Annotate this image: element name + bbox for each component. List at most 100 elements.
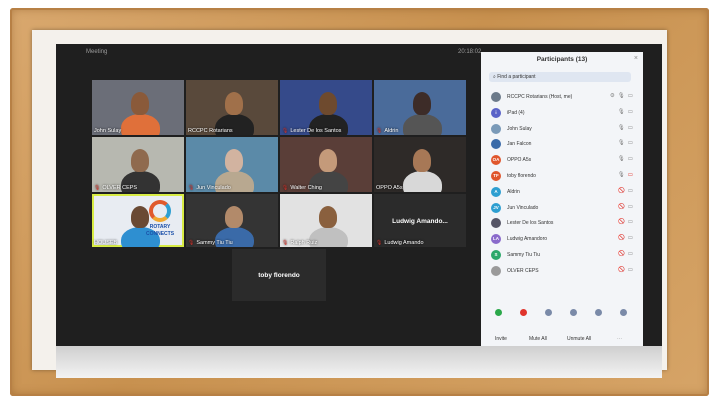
reaction-icon[interactable] [620,309,627,316]
video-icon[interactable]: ▭ [628,235,633,241]
participant-status-icons: 🚫 ▭ [618,267,633,273]
avatar: LA [491,234,501,245]
muted-mic-icon: 🎙 [188,185,195,191]
muted-mic-icon[interactable]: 🚫 [618,219,625,225]
mic-icon[interactable]: 🎙 [618,156,625,162]
reaction-icon[interactable] [520,309,527,316]
participant-status-icons: 🎙 ▭ [618,125,633,131]
participant-body [403,171,443,192]
reaction-icon[interactable] [495,309,502,316]
video-tile[interactable]: 🎙 Walter Ching [280,137,372,192]
participant-row[interactable]: JV Jun Vinculado 🚫 ▭ [489,201,639,217]
video-tile[interactable]: ROTARY CONNECTS HOUSEB [92,194,184,247]
tile-name-text: OPPO A5s [376,185,403,191]
participant-status-icons: 🚫 ▭ [618,235,633,241]
participant-head [130,92,150,116]
settings-icon: ⚙ [609,93,615,99]
reaction-icon[interactable] [595,309,602,316]
video-tile[interactable]: 🎙 Lester De los Santos [280,80,372,135]
participant-name: toby florendo [507,172,536,179]
video-icon[interactable]: ▭ [628,140,633,146]
more-icon[interactable]: ··· [617,336,622,342]
participant-row[interactable]: OLVER CEPS 🚫 ▭ [489,264,639,280]
participant-head [412,92,432,116]
tile-name-text: John Sulay [94,128,122,134]
invite-button[interactable]: Invite [495,336,507,342]
participant-list: RCCPC Rotarians (Host, me) ⚙ 🎙 ▭ i iPad (4) 🎙 ▭… [489,90,639,280]
muted-mic-icon[interactable]: 🚫 [618,235,625,241]
reaction-icon[interactable] [545,309,552,316]
video-icon[interactable]: ▭ [628,267,633,273]
mic-icon[interactable]: 🎙 [618,172,625,178]
participant-row[interactable]: S Sammy Tiu Tiu 🚫 ▭ [489,248,639,264]
participant-name: Aldrin [507,188,520,195]
video-icon[interactable]: ▭ [628,188,633,194]
participant-row[interactable]: TF toby florendo 🎙 ▭ [489,169,639,185]
tile-name-text: Aldrin [384,128,399,134]
video-tile[interactable]: OPPO A5s [374,137,466,192]
participant-status-icons: ⚙ 🎙 ▭ [610,93,633,99]
tile-name-label: 🎙 Sammy Tiu Tiu [188,240,233,246]
video-tile[interactable]: 🎙 Aldrin [374,80,466,135]
unmute-all-button[interactable]: Unmute All [567,336,591,342]
video-tile[interactable]: John Sulay [92,80,184,135]
tile-name-label: RCCPC Rotarians [188,128,233,134]
video-icon[interactable]: ▭ [628,251,633,257]
tile-center-name: toby florendo [258,272,300,280]
participant-row[interactable]: i iPad (4) 🎙 ▭ [489,106,639,122]
participant-row[interactable]: John Sulay 🎙 ▭ [489,122,639,138]
video-tile-toby[interactable]: toby florendo [232,249,326,301]
participant-status-icons: 🎙 ▭ [618,140,633,146]
participant-row[interactable]: RCCPC Rotarians (Host, me) ⚙ 🎙 ▭ [489,90,639,106]
video-icon[interactable]: ▭ [628,156,633,162]
muted-mic-icon[interactable]: 🚫 [618,204,625,210]
participants-title: Participants (13) [536,56,588,63]
video-tile[interactable]: 🎙 Jun Vinculado [186,137,278,192]
tile-name-text: Lester De los Santos [290,128,342,134]
participant-row[interactable]: Jan Falcon 🎙 ▭ [489,137,639,153]
meeting-screen: Meeting 20:18:02 John Sulay RCCPC Rotaria… [56,44,662,346]
mic-icon[interactable]: 🎙 [618,140,625,146]
close-icon[interactable]: × [634,55,638,62]
video-icon[interactable]: ▭ [628,219,633,225]
video-icon[interactable]: ▭ [628,204,633,210]
tile-name-label: 🎙 Ludwig Amando [376,240,424,246]
participant-row[interactable]: A Aldrin 🚫 ▭ [489,185,639,201]
video-tile[interactable]: RCCPC Rotarians [186,80,278,135]
logo-mark [149,200,171,222]
participant-status-icons: 🎙 ▭ [618,172,633,178]
participant-status-icons: 🎙 ▭ [618,156,633,162]
video-icon[interactable]: ▭ [628,125,633,131]
reaction-icon[interactable] [570,309,577,316]
participant-search-input[interactable]: ⌕ Find a participant [489,72,631,82]
participant-name: Jun Vinculado [507,204,539,211]
mic-icon[interactable]: 🎙 [618,93,625,99]
participant-row[interactable]: OA OPPO A5s 🎙 ▭ [489,153,639,169]
mute-all-button[interactable]: Mute All [529,336,547,342]
participant-name: Sammy Tiu Tiu [507,251,541,258]
video-icon[interactable]: ▭ [628,93,633,99]
participant-name: Lester De los Santos [507,220,554,227]
video-icon[interactable]: ▭ [628,109,633,115]
tile-name-label: OPPO A5s [376,185,403,191]
meeting-time: 20:18:02 [458,49,482,55]
video-tile[interactable]: Ludwig Amando... 🎙 Ludwig Amando [374,194,466,247]
tile-name-label: 🎙 Jun Vinculado [188,185,231,191]
video-tile[interactable]: 🎙 Sammy Tiu Tiu [186,194,278,247]
avatar: A [491,186,501,197]
muted-mic-icon: 🎙 [94,185,101,191]
tile-name-text: Ralph Ruiz [290,240,318,246]
participant-row[interactable]: Lester De los Santos 🚫 ▭ [489,216,639,232]
participant-name: Jan Falcon [507,141,532,148]
mic-icon[interactable]: 🎙 [618,125,625,131]
video-off-icon[interactable]: ▭ [628,172,633,178]
tile-name-label: 🎙 Aldrin [376,128,398,134]
video-tile[interactable]: 🎙 OLVER CEPS [92,137,184,192]
tile-name-text: RCCPC Rotarians [188,128,233,134]
muted-mic-icon[interactable]: 🚫 [618,267,625,273]
muted-mic-icon[interactable]: 🚫 [618,188,625,194]
muted-mic-icon[interactable]: 🚫 [618,251,625,257]
participant-row[interactable]: LA Ludwig Amandoro 🚫 ▭ [489,232,639,248]
video-tile[interactable]: 🎙 Ralph Ruiz [280,194,372,247]
mic-icon[interactable]: 🎙 [618,109,625,115]
